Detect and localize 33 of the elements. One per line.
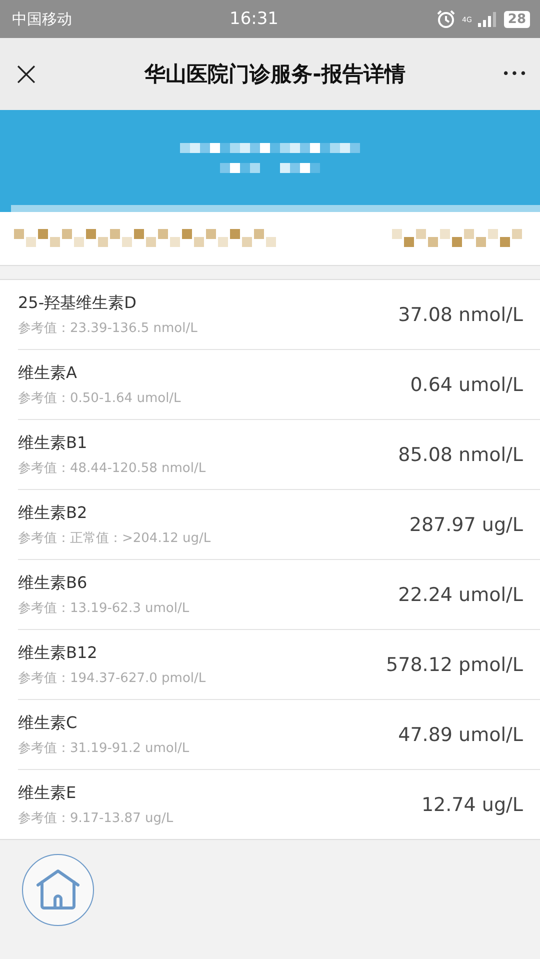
test-name: 维生素B1 [18,432,88,454]
carrier-name: 中国移动 [12,10,72,28]
page-title: 华山医院门诊服务-报告详情 [143,61,406,88]
test-result: 47.89 umol/L [398,724,523,746]
test-result: 85.08 nmol/L [398,444,523,466]
home-icon [35,869,81,911]
test-name: 维生素A [18,362,78,384]
reference-range: 参考值：31.19-91.2 umol/L [18,740,190,756]
reference-range: 参考值：48.44-120.58 nmol/L [18,460,207,476]
test-result: 0.64 umol/L [410,374,523,396]
test-name: 维生素B6 [18,572,88,594]
reference-range: 参考值：正常值：>204.12 ug/L [18,530,212,546]
test-name: 25-羟基维生素D [18,292,138,314]
reference-range: 参考值：0.50-1.64 umol/L [18,390,182,406]
signal-icon [478,11,498,27]
close-button[interactable]: × [12,54,48,94]
reference-range: 参考值：23.39-136.5 nmol/L [18,320,198,336]
test-name: 维生素B12 [18,642,98,664]
test-result: 37.08 nmol/L [398,304,523,326]
test-result: 22.24 umol/L [398,584,523,606]
test-name: 维生素C [18,712,78,734]
test-name: 维生素E [18,782,78,804]
test-name: 维生素B2 [18,502,88,524]
test-result: 578.12 pmol/L [386,654,523,676]
more-button[interactable]: ••• [502,66,528,82]
reference-range: 参考值：9.17-13.87 ug/L [18,810,174,826]
test-result: 287.97 ug/L [409,514,523,536]
test-result: 12.74 ug/L [421,794,523,816]
reference-range: 参考值：194.37-627.0 pmol/L [18,670,207,686]
clock-time: 16:31 [228,9,280,29]
alarm-icon [436,9,456,29]
battery-level: 28 [504,10,530,28]
reference-range: 参考值：13.19-62.3 umol/L [18,600,190,616]
